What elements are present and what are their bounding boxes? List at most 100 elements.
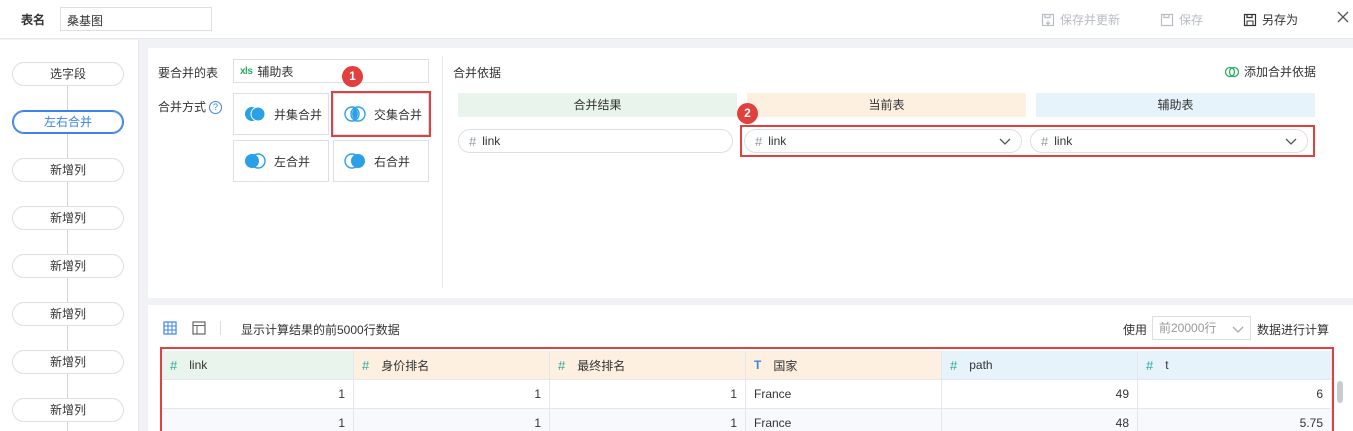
right-merge-label: 右合并 — [374, 154, 411, 169]
current-table-field-select[interactable]: # link — [744, 129, 1022, 153]
add-basis-button[interactable]: 添加合并依据 — [1224, 63, 1316, 80]
basis-label: 合并依据 — [453, 66, 502, 80]
table-cell: 1 — [550, 409, 746, 431]
callout-badge-2: 2 — [737, 103, 758, 124]
compute-label: 数据进行计算 — [1257, 323, 1330, 337]
help-icon[interactable]: ? — [209, 101, 223, 115]
column-header[interactable]: # 最终排名 — [550, 351, 746, 380]
current-table-column-header: 当前表 — [747, 93, 1026, 117]
table-row: 1 1 1 France 49 6 — [162, 380, 1332, 409]
number-type-icon: # — [170, 357, 178, 373]
table-cell: 1 — [550, 380, 746, 409]
xls-icon: xls — [240, 65, 253, 77]
column-name: 最终排名 — [577, 358, 626, 373]
top-bar: 表名 桑基图 保存并更新 保存 另存为 — [0, 0, 1353, 39]
preview-table: # link # 身价排名 # 最终排名 T 国家 # path # t 1 1 1 Fra… — [162, 351, 1332, 431]
save-as-button[interactable]: 另存为 — [1243, 11, 1298, 28]
table-cell: 5.75 — [1138, 409, 1332, 431]
step-item[interactable]: 新增列 — [12, 254, 124, 278]
left-merge-option[interactable]: 左合并 — [233, 140, 329, 182]
step-item[interactable]: 新增列 — [12, 398, 124, 422]
table-cell: France — [746, 380, 942, 409]
tables-label: 要合并的表 — [158, 66, 219, 80]
preview-panel: 显示计算结果的前5000行数据 使用 前20000行 数据进行计算 # link … — [148, 305, 1353, 431]
current-field-name: link — [768, 134, 787, 148]
number-type-icon: # — [755, 133, 763, 149]
table-cell: 1 — [354, 380, 550, 409]
table-cell: France — [746, 409, 942, 431]
table-cell: 48 — [942, 409, 1138, 431]
grid-view-icon[interactable] — [163, 321, 177, 335]
intersection-merge-label: 交集合并 — [374, 107, 423, 122]
text-type-icon: T — [754, 358, 762, 372]
table-cell: 49 — [942, 380, 1138, 409]
table-name-input[interactable]: 桑基图 — [60, 7, 212, 31]
chevron-down-icon — [1285, 138, 1297, 145]
vertical-scrollbar[interactable] — [1337, 381, 1343, 403]
result-field-name: link — [482, 134, 501, 148]
right-merge-option[interactable]: 右合并 — [333, 140, 429, 182]
union-merge-label: 并集合并 — [274, 107, 323, 122]
table-cell: 6 — [1138, 380, 1332, 409]
add-link-icon — [1224, 66, 1240, 77]
intersection-merge-option[interactable]: 交集合并 — [331, 91, 431, 137]
table-header-row: # link # 身价排名 # 最终排名 T 国家 # path # t — [162, 351, 1332, 380]
column-header[interactable]: # t — [1138, 351, 1332, 380]
table-row: 1 1 1 France 48 5.75 — [162, 409, 1332, 431]
union-merge-option[interactable]: 并集合并 — [233, 93, 329, 135]
step-item[interactable]: 选字段 — [12, 62, 124, 86]
save-button[interactable]: 保存 — [1160, 11, 1203, 28]
column-header[interactable]: # path — [942, 351, 1138, 380]
step-item[interactable]: 新增列 — [12, 206, 124, 230]
column-header[interactable]: T 国家 — [746, 351, 942, 380]
config-divider — [442, 56, 443, 288]
close-icon[interactable] — [1336, 10, 1350, 24]
step-item-active[interactable]: 左右合并 — [12, 110, 124, 134]
left-merge-icon — [245, 153, 266, 169]
aux-table-column-header: 辅助表 — [1036, 93, 1315, 117]
merge-table-field[interactable]: xls 辅助表 — [233, 59, 429, 83]
aux-table-field-select[interactable]: # link — [1030, 129, 1308, 153]
row-limit-value: 前20000行 — [1159, 321, 1217, 335]
method-label: 合并方式? — [158, 98, 223, 115]
aux-field-name: link — [1054, 134, 1073, 148]
callout-badge-1: 1 — [342, 66, 363, 87]
save-and-update-button[interactable]: 保存并更新 — [1041, 11, 1120, 28]
column-name: 国家 — [773, 358, 798, 373]
merge-table-name: 辅助表 — [257, 64, 294, 79]
step-item[interactable]: 新增列 — [12, 302, 124, 326]
step-item[interactable]: 新增列 — [12, 158, 124, 182]
result-column-header: 合并结果 — [458, 93, 737, 117]
number-type-icon: # — [950, 357, 958, 373]
chevron-down-icon — [1232, 326, 1244, 333]
column-name: link — [189, 358, 208, 372]
save-label: 保存 — [1179, 13, 1204, 27]
save-update-icon — [1041, 13, 1055, 26]
column-header[interactable]: # link — [162, 351, 354, 380]
merge-config-panel: 要合并的表 xls 辅助表 合并方式? 并集合并 交集合并 左合并 右合并 合并… — [148, 48, 1353, 298]
preview-info-text: 显示计算结果的前5000行数据 — [241, 323, 400, 337]
column-name: t — [1165, 358, 1169, 372]
save-icon — [1160, 13, 1174, 26]
column-name: 身价排名 — [381, 358, 430, 373]
right-merge-icon — [344, 153, 365, 169]
step-list: 选字段 左右合并 新增列 新增列 新增列 新增列 新增列 新增列 — [0, 40, 139, 431]
number-type-icon: # — [1041, 133, 1049, 149]
step-item[interactable]: 新增列 — [12, 350, 124, 374]
column-header[interactable]: # 身价排名 — [354, 351, 550, 380]
table-view-icon[interactable] — [192, 321, 206, 335]
number-type-icon: # — [1146, 357, 1154, 373]
result-field[interactable]: # link — [458, 129, 733, 153]
column-name: path — [969, 358, 993, 372]
number-type-icon: # — [362, 357, 370, 373]
number-type-icon: # — [558, 357, 566, 373]
add-basis-label: 添加合并依据 — [1244, 65, 1317, 79]
table-cell: 1 — [162, 409, 354, 431]
intersection-merge-icon — [344, 106, 366, 122]
table-cell: 1 — [162, 380, 354, 409]
table-name-label: 表名 — [21, 13, 46, 27]
union-merge-icon — [245, 106, 266, 122]
toolbar-divider — [220, 321, 221, 335]
row-limit-select[interactable]: 前20000行 — [1152, 316, 1251, 340]
left-merge-label: 左合并 — [274, 154, 311, 169]
